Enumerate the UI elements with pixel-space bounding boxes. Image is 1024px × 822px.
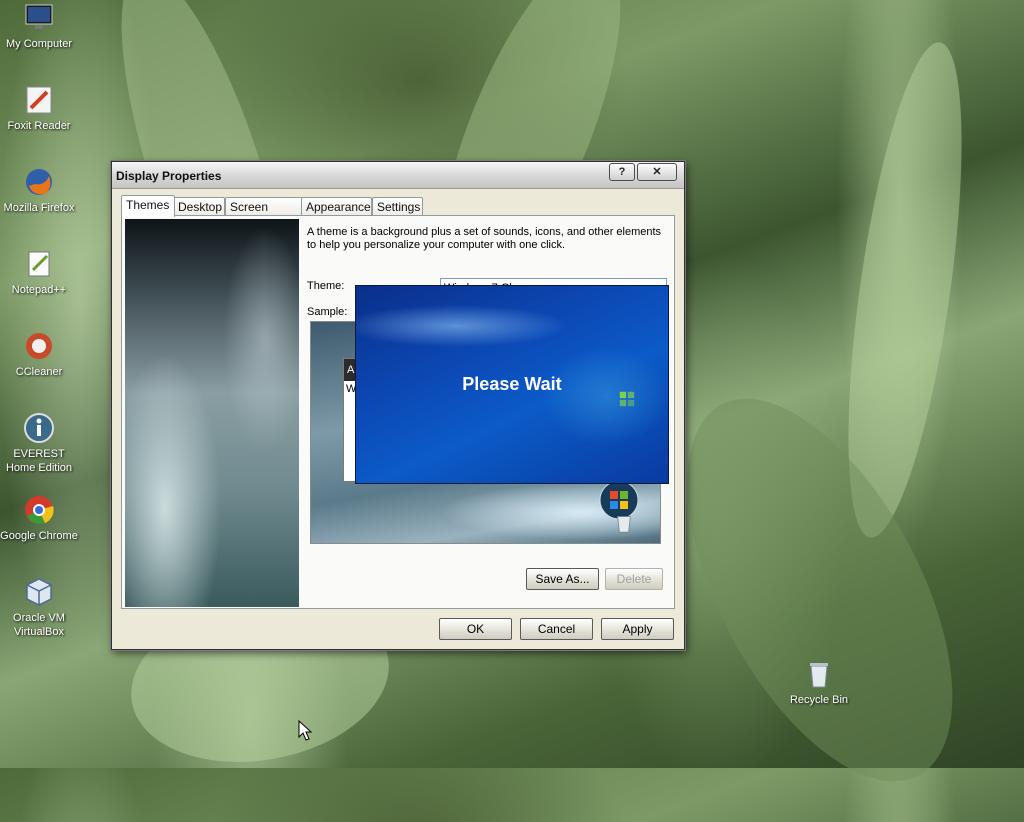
close-button[interactable]: ✕: [637, 163, 677, 181]
tab-themes[interactable]: Themes: [121, 195, 175, 217]
desktop-icon-label: Notepad++: [11, 284, 67, 296]
apply-button[interactable]: Apply: [601, 618, 674, 640]
title-bar[interactable]: Display Properties ? ✕: [112, 162, 684, 189]
desktop-icon-label: Mozilla Firefox: [3, 202, 75, 214]
theme-description: A theme is a background plus a set of so…: [307, 226, 662, 251]
desktop-icon-foxit-reader[interactable]: Foxit Reader: [0, 84, 79, 133]
cancel-button[interactable]: Cancel: [520, 618, 593, 640]
desktop-icon-ccleaner[interactable]: CCleaner: [0, 330, 79, 379]
tab-screen-saver[interactable]: Screen Saver: [225, 197, 305, 232]
desktop-icon-label: Home Edition: [5, 462, 73, 474]
firefox-icon: [26, 169, 52, 195]
desktop-icon-notepad-plus-plus[interactable]: Notepad++: [0, 248, 79, 297]
save-as-button[interactable]: Save As...: [526, 568, 599, 590]
desktop-icon-virtualbox[interactable]: Oracle VM VirtualBox: [0, 576, 79, 639]
virtualbox-icon: [26, 578, 52, 606]
wallpaper-leaf: [633, 357, 1007, 822]
foxit-reader-icon: [26, 86, 52, 114]
desktop-icon-my-computer[interactable]: My Computer: [0, 2, 79, 51]
desktop-icon-label: Recycle Bin: [789, 694, 849, 706]
mouse-cursor-icon: [298, 720, 312, 741]
desktop-icon-mozilla-firefox[interactable]: Mozilla Firefox: [0, 166, 79, 215]
recycle-bin-icon: [810, 663, 828, 688]
computer-icon: [25, 4, 53, 29]
desktop-icon-label: My Computer: [5, 38, 73, 50]
desktop-icon-label: EVEREST: [13, 448, 65, 460]
theme-label: Theme:: [307, 280, 345, 292]
desktop-icon-label: CCleaner: [15, 366, 63, 378]
chrome-icon: [25, 496, 54, 525]
please-wait-overlay: Please Wait: [355, 285, 669, 484]
sample-label: Sample:: [307, 306, 348, 318]
desktop-icon-everest[interactable]: EVEREST Home Edition: [0, 412, 79, 475]
tab-desktop[interactable]: Desktop: [173, 197, 225, 216]
desktop-icon-label: VirtualBox: [14, 626, 64, 638]
recycle-bin-icon: [617, 516, 631, 533]
delete-button[interactable]: Delete: [605, 568, 663, 590]
ccleaner-icon: [26, 333, 52, 359]
desktop-icon-label: Google Chrome: [0, 530, 78, 542]
tab-appearance[interactable]: Appearance: [301, 197, 372, 216]
desktop-icon-label: Oracle VM: [13, 612, 65, 624]
notepad-plus-plus-icon: [28, 251, 50, 277]
tab-settings[interactable]: Settings: [372, 197, 423, 216]
desktop-icon-google-chrome[interactable]: Google Chrome: [0, 494, 79, 543]
ok-button[interactable]: OK: [439, 618, 512, 640]
windows-logo-icon: [619, 391, 635, 407]
theme-preview-strip: [125, 219, 299, 607]
desktop-icon-recycle-bin[interactable]: Recycle Bin: [779, 658, 859, 707]
desktop-icon-label: Foxit Reader: [7, 120, 71, 132]
window-title: Display Properties: [116, 169, 222, 183]
info-icon: [24, 413, 54, 443]
help-button[interactable]: ?: [609, 163, 635, 181]
